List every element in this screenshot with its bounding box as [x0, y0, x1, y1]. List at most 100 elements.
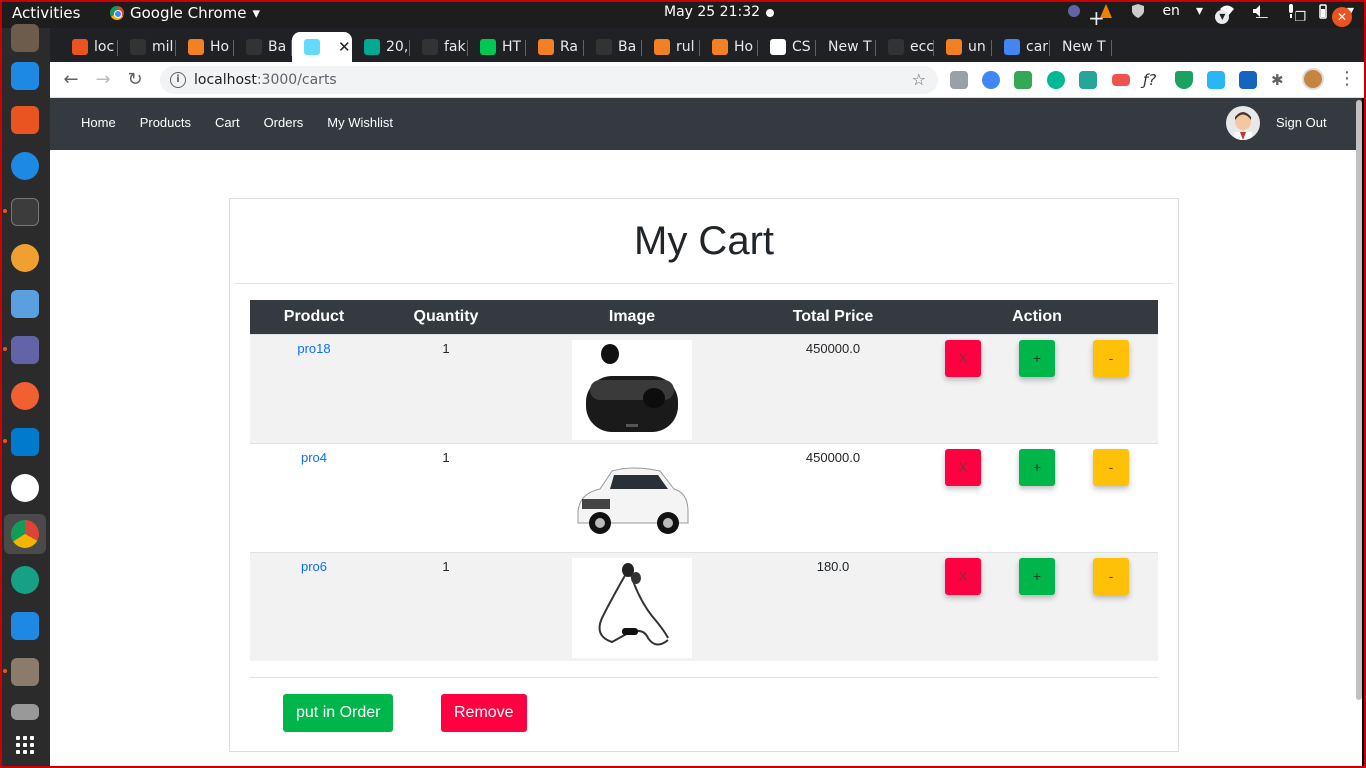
remove-item-button[interactable]: X [945, 557, 981, 595]
table-row: pro6 1 180.0 X + - [250, 551, 1158, 661]
calendar-extension-icon[interactable] [1112, 74, 1130, 86]
decrease-quantity-button[interactable]: - [1093, 557, 1129, 595]
remove-item-button[interactable]: X [945, 448, 981, 486]
extension-icon[interactable] [1014, 71, 1032, 89]
caret-down-icon: ▾ [252, 4, 261, 22]
action-cell: X + - [916, 551, 1158, 661]
product-link[interactable]: pro18 [297, 341, 330, 356]
shield-extension-icon[interactable] [1175, 71, 1193, 89]
decrease-quantity-button[interactable]: - [1093, 448, 1129, 486]
grammarly-icon[interactable] [1047, 71, 1065, 89]
back-arrow-icon[interactable]: ← [59, 68, 83, 92]
writer-icon[interactable] [11, 62, 39, 90]
increase-quantity-button[interactable]: + [1019, 448, 1055, 486]
bookmark-star-icon[interactable]: ☆ [912, 70, 926, 89]
dock-app-icon[interactable] [11, 704, 39, 720]
browser-tab[interactable]: New T [816, 32, 876, 62]
sync-app-icon[interactable] [11, 566, 39, 594]
tab-label: car [1026, 39, 1049, 55]
sign-out-link[interactable]: Sign Out [1276, 115, 1327, 130]
decrease-quantity-button[interactable]: - [1093, 339, 1129, 377]
help-icon[interactable] [11, 152, 39, 180]
reload-icon[interactable]: ↻ [123, 68, 147, 92]
browser-tab[interactable]: 20, [352, 32, 410, 62]
shield-tray-icon[interactable] [1130, 3, 1146, 19]
activities-button[interactable]: Activities [12, 4, 80, 22]
system-monitor-icon[interactable] [11, 612, 39, 640]
tab-search-icon[interactable]: ▼ [1215, 10, 1230, 24]
nav-link-home[interactable]: Home [81, 115, 116, 130]
remove-item-button[interactable]: X [945, 339, 981, 377]
site-info-icon[interactable]: i [170, 72, 186, 88]
tab-close-icon[interactable]: ✕ [338, 38, 351, 56]
chrome-dock-icon[interactable] [11, 520, 39, 548]
postman-orange-icon[interactable] [11, 382, 39, 410]
browser-tab[interactable]: mil [118, 32, 176, 62]
browser-tab[interactable]: car [992, 32, 1050, 62]
clock[interactable]: May 25 21:32 [664, 4, 760, 20]
teams-tray-icon[interactable] [1066, 3, 1082, 19]
new-tab-button[interactable]: + [1088, 6, 1105, 30]
increase-quantity-button[interactable]: + [1019, 339, 1055, 377]
extension-icon[interactable] [982, 71, 1000, 89]
forward-arrow-icon[interactable]: → [91, 68, 115, 92]
language-indicator[interactable]: en [1162, 3, 1180, 19]
nav-link-orders[interactable]: Orders [264, 115, 304, 130]
tab-favicon-icon [130, 39, 146, 55]
browser-tab[interactable]: fak [410, 32, 468, 62]
files-icon[interactable] [11, 658, 39, 686]
url-text[interactable]: localhost:3000/carts [194, 72, 337, 88]
nav-link-cart[interactable]: Cart [215, 115, 240, 130]
maximize-icon[interactable]: ❐ [1294, 10, 1306, 25]
browser-tab[interactable]: Ho [700, 32, 758, 62]
nav-links: Home Products Cart Orders My Wishlist [81, 115, 393, 130]
dock-app-icon[interactable] [11, 24, 39, 52]
address-bar[interactable]: i localhost:3000/carts ☆ [160, 66, 938, 94]
profile-avatar[interactable] [1302, 68, 1324, 90]
extension-icon[interactable] [1239, 71, 1257, 89]
browser-tab[interactable]: Ra [526, 32, 584, 62]
nav-link-my-wishlist[interactable]: My Wishlist [327, 115, 393, 130]
browser-tab[interactable]: HT [468, 32, 526, 62]
avatar[interactable] [1226, 106, 1260, 140]
browser-tab[interactable]: CS [758, 32, 816, 62]
tab-strip: loc mil Ho Ba ✕ 20, fak HT Ra Ba rul Ho CS New T ecc un… [50, 28, 1366, 62]
app-menu[interactable]: Google Chrome ▾ [110, 4, 260, 22]
browser-tab[interactable]: rul [642, 32, 700, 62]
table-row: pro4 1 450000.0 X + - [250, 442, 1158, 552]
extension-icon[interactable] [1207, 71, 1225, 89]
extension-icon[interactable] [1079, 71, 1097, 89]
product-link[interactable]: pro6 [301, 559, 327, 574]
browser-toolbar: ← → ↻ i localhost:3000/carts ☆ ƒ? ✱ ⋮ [50, 62, 1366, 98]
software-center-icon[interactable] [11, 106, 39, 134]
tab-favicon-icon [364, 39, 380, 55]
formula-extension-icon[interactable]: ƒ? [1143, 71, 1161, 89]
postman-icon[interactable] [11, 244, 39, 272]
show-applications-icon[interactable] [16, 736, 34, 754]
puzzle-extensions-icon[interactable]: ✱ [1271, 71, 1289, 89]
teams-icon[interactable] [11, 336, 39, 364]
vscode-icon[interactable] [11, 428, 39, 456]
browser-tab[interactable]: loc [60, 32, 118, 62]
virtualbox-icon[interactable] [11, 290, 39, 318]
page-scrollbar[interactable] [1356, 100, 1362, 700]
product-link[interactable]: pro4 [301, 450, 327, 465]
mongodb-compass-icon[interactable] [11, 474, 39, 502]
nav-link-products[interactable]: Products [140, 115, 191, 130]
browser-tab[interactable]: Ba [584, 32, 642, 62]
tab-active[interactable]: ✕ [292, 32, 352, 62]
browser-tab[interactable]: ecc [876, 32, 934, 62]
browser-tab[interactable]: Ba [234, 32, 292, 62]
increase-quantity-button[interactable]: + [1019, 557, 1055, 595]
close-window-icon[interactable]: ✕ [1332, 7, 1352, 27]
put-in-order-button[interactable]: put in Order [283, 694, 394, 732]
menu-kebab-icon[interactable]: ⋮ [1338, 68, 1356, 89]
terminal-icon[interactable] [11, 198, 39, 226]
browser-tab[interactable]: un [934, 32, 992, 62]
table-header-row: Product Quantity Image Total Price Actio… [250, 300, 1158, 334]
browser-tab[interactable]: New T [1050, 32, 1112, 62]
minimize-icon[interactable]: — [1255, 10, 1268, 25]
remove-button[interactable]: Remove [441, 694, 527, 732]
recycle-extension-icon[interactable] [950, 71, 968, 89]
browser-tab[interactable]: Ho [176, 32, 234, 62]
